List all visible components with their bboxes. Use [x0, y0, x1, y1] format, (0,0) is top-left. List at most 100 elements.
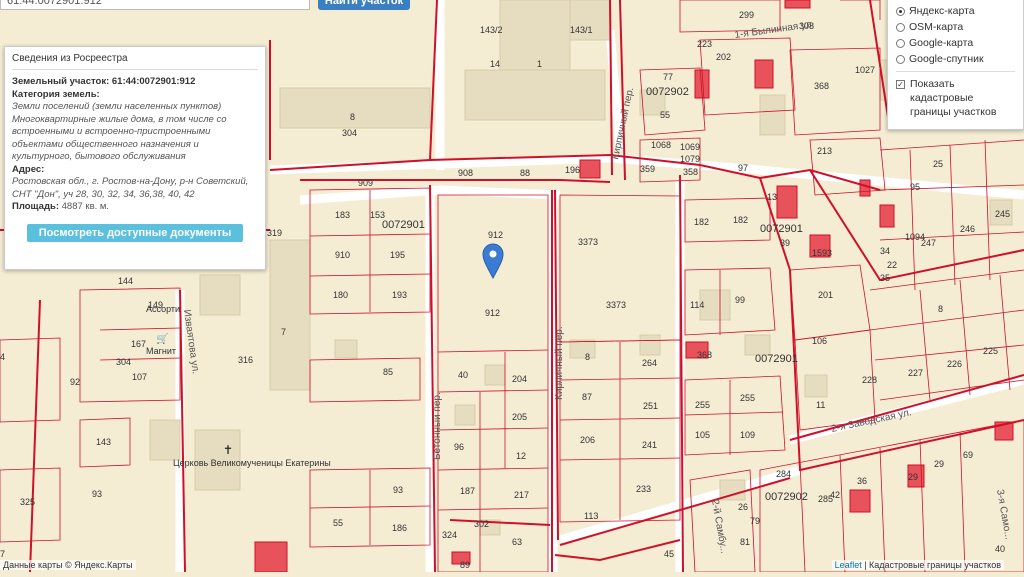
svg-text:319: 319 [267, 228, 282, 238]
svg-text:29: 29 [908, 472, 918, 482]
svg-text:79: 79 [750, 516, 760, 526]
svg-text:113: 113 [584, 511, 598, 521]
svg-text:368: 368 [697, 350, 712, 360]
layer-yandex[interactable]: Яндекс-карта [896, 3, 1015, 19]
svg-text:1027: 1027 [855, 65, 875, 75]
svg-text:213: 213 [817, 146, 832, 156]
svg-text:105: 105 [695, 430, 710, 440]
svg-text:1079: 1079 [680, 154, 700, 164]
svg-text:182: 182 [694, 217, 709, 227]
svg-text:99: 99 [735, 295, 745, 305]
svg-text:183: 183 [335, 210, 350, 220]
svg-text:1068: 1068 [651, 140, 671, 150]
layer-osm[interactable]: OSM-карта [896, 19, 1015, 35]
search-input[interactable]: 61:44:0072901:912 [0, 0, 310, 10]
svg-text:245: 245 [995, 209, 1010, 219]
layer-google-satellite[interactable]: Google-спутник [896, 51, 1015, 67]
category-label: Категория земель: [12, 88, 100, 100]
quarter-label: 0072902 [765, 491, 808, 503]
svg-text:11: 11 [816, 400, 825, 410]
radio-icon[interactable] [896, 38, 905, 48]
svg-text:1069: 1069 [680, 142, 700, 152]
svg-text:7: 7 [281, 327, 286, 337]
layers-panel: Яндекс-карта OSM-карта Google-карта Goog… [887, 0, 1024, 130]
svg-text:8: 8 [585, 352, 590, 362]
poi-label: Ассорти [146, 304, 180, 314]
poi-label: Магнит [146, 346, 176, 356]
parcel-row: Земельный участок: 61:44:0072901:912 [12, 76, 196, 87]
map-attribution: Данные карты © Яндекс.Карты [0, 560, 136, 570]
layer-google[interactable]: Google-карта [896, 35, 1015, 51]
svg-text:36: 36 [857, 476, 867, 486]
svg-text:13: 13 [767, 192, 777, 202]
svg-text:25: 25 [933, 159, 943, 169]
svg-text:304: 304 [116, 357, 131, 367]
svg-text:196: 196 [565, 165, 580, 175]
quarter-label: 0072902 [646, 86, 689, 98]
svg-text:12: 12 [516, 451, 526, 461]
svg-text:204: 204 [512, 374, 527, 384]
cadastral-toggle[interactable]: ✓ Показать кадастровые границы участков [896, 76, 1015, 119]
radio-icon[interactable] [896, 6, 905, 16]
svg-text:302: 302 [474, 519, 489, 529]
category-value: Земли поселений (земли населенных пункто… [12, 101, 222, 112]
svg-text:228: 228 [862, 375, 877, 385]
svg-text:45: 45 [664, 549, 674, 559]
svg-text:39: 39 [780, 238, 790, 248]
svg-text:255: 255 [695, 400, 710, 410]
svg-text:8: 8 [350, 112, 355, 122]
svg-text:251: 251 [643, 401, 658, 411]
checkbox-icon[interactable]: ✓ [896, 79, 905, 89]
area-row: Площадь: 4887 кв. м. [12, 201, 110, 212]
street-label: Бетонный пер. [432, 392, 443, 460]
svg-text:202: 202 [716, 52, 731, 62]
svg-text:14: 14 [490, 59, 500, 69]
svg-text:144: 144 [118, 276, 133, 286]
svg-text:1593: 1593 [812, 248, 832, 258]
svg-text:85: 85 [383, 367, 393, 377]
svg-text:95: 95 [910, 182, 920, 192]
svg-text:285: 285 [818, 494, 833, 504]
leaflet-link[interactable]: Leaflet [835, 560, 862, 570]
svg-text:201: 201 [818, 290, 833, 300]
svg-text:1: 1 [537, 59, 542, 69]
church-icon: ✝ [223, 443, 233, 457]
svg-text:182: 182 [733, 215, 748, 225]
svg-text:186: 186 [392, 523, 407, 533]
svg-text:299: 299 [739, 10, 754, 20]
svg-text:40: 40 [995, 544, 1005, 554]
svg-text:205: 205 [512, 412, 527, 422]
svg-text:63: 63 [512, 537, 522, 547]
svg-text:3373: 3373 [606, 300, 626, 310]
svg-text:106: 106 [812, 336, 827, 346]
radio-icon[interactable] [896, 22, 905, 32]
view-documents-button[interactable]: Посмотреть доступные документы [27, 223, 243, 242]
svg-text:167: 167 [131, 339, 146, 349]
svg-text:180: 180 [333, 290, 348, 300]
svg-text:97: 97 [738, 163, 748, 173]
svg-text:241: 241 [642, 440, 657, 450]
svg-text:908: 908 [458, 168, 473, 178]
svg-text:227: 227 [908, 368, 923, 378]
address-value: Ростовская обл., г. Ростов-на-Дону, р-н … [12, 176, 249, 200]
svg-text:910: 910 [335, 250, 350, 260]
svg-text:909: 909 [358, 178, 373, 188]
svg-text:233: 233 [636, 484, 651, 494]
svg-text:247: 247 [921, 238, 936, 248]
find-parcel-button[interactable]: Найти участок [318, 0, 410, 10]
svg-text:193: 193 [392, 290, 407, 300]
svg-text:107: 107 [132, 372, 147, 382]
use-value: Многоквартирные жилые дома, в том числе … [12, 113, 227, 163]
svg-text:255: 255 [740, 393, 755, 403]
svg-text:77: 77 [663, 72, 673, 82]
svg-text:246: 246 [960, 224, 975, 234]
quarter-label: 0072901 [755, 353, 798, 365]
info-title: Сведения из Росреестра [12, 53, 258, 70]
leaflet-attribution: Leaflet | Кадастровые границы участков [831, 560, 1004, 570]
svg-text:143/1: 143/1 [570, 25, 593, 35]
radio-icon[interactable] [896, 54, 905, 64]
svg-text:69: 69 [963, 450, 973, 460]
shop-icon: 🛒 [156, 332, 168, 345]
svg-text:109: 109 [740, 430, 755, 440]
svg-text:81: 81 [740, 537, 750, 547]
